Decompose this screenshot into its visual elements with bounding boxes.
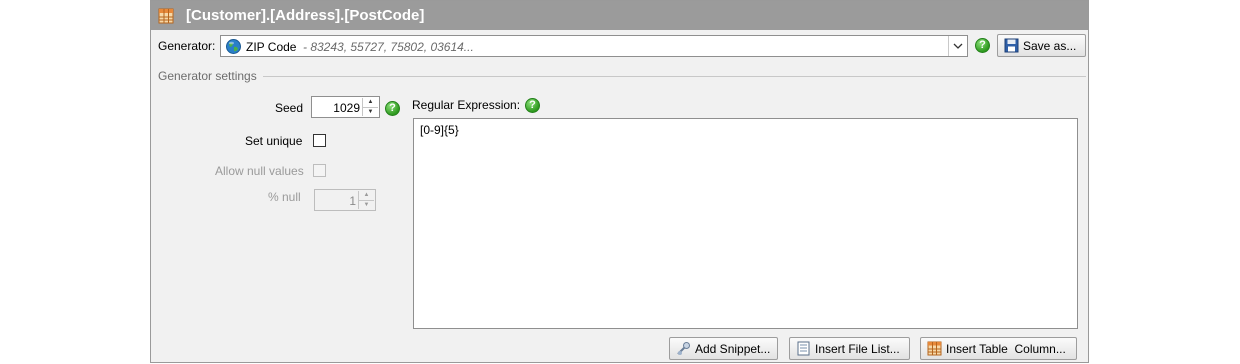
pct-null-spinner-arrows[interactable]: ▲ ▼ [358,191,374,209]
seed-value: 1029 [333,101,360,115]
globe-icon [226,39,241,54]
title-bar: [Customer].[Address].[PostCode] [151,1,1088,30]
allow-null-checkbox[interactable] [313,164,326,177]
seed-label: Seed [275,101,304,115]
pct-null-spinner[interactable]: 1 ▲ ▼ [314,189,376,211]
add-snippet-button[interactable]: Add Snippet... [669,337,778,360]
insert-table-column-label: Insert Table Column... [946,341,1066,356]
seed-spinner[interactable]: 1029 ▲ ▼ [311,96,380,118]
spin-up-icon[interactable]: ▲ [359,191,374,200]
save-as-label: Save as... [1023,38,1077,53]
add-snippet-label: Add Snippet... [695,341,771,356]
allow-null-label: Allow null values [215,164,304,178]
regex-value: [0-9]{5} [420,123,459,137]
table-grid-icon [158,8,174,24]
set-unique-label: Set unique [245,134,303,148]
generator-row: Generator: ZIP Code - 83243, 55727, 7580… [151,34,1088,58]
page-title: [Customer].[Address].[PostCode] [186,7,425,24]
help-icon[interactable]: ? [525,98,540,113]
set-unique-checkbox[interactable] [313,134,326,147]
section-label: Generator settings [158,69,257,83]
table-column-icon [927,341,942,356]
generator-select[interactable]: ZIP Code - 83243, 55727, 75802, 03614... [220,35,968,57]
insert-table-column-button[interactable]: Insert Table Column... [920,337,1077,360]
regex-textarea[interactable]: [0-9]{5} [413,118,1078,329]
generator-sample-values: - 83243, 55727, 75802, 03614... [303,40,474,54]
generator-label: Generator: [158,39,216,53]
insert-file-list-label: Insert File List... [815,341,900,356]
help-icon[interactable]: ? [975,38,990,53]
floppy-disk-icon [1004,38,1019,53]
regex-label: Regular Expression: [412,98,521,112]
pct-null-label: % null [268,190,301,204]
generator-panel: [Customer].[Address].[PostCode] Generato… [150,0,1089,363]
spin-down-icon[interactable]: ▼ [359,199,374,210]
spin-up-icon[interactable]: ▲ [363,98,378,107]
dropdown-button[interactable] [948,36,967,56]
seed-spinner-arrows[interactable]: ▲ ▼ [362,98,378,116]
spin-down-icon[interactable]: ▼ [363,106,378,117]
pct-null-value: 1 [349,194,356,208]
snippet-icon [676,341,691,356]
section-divider [263,76,1086,77]
insert-file-list-button[interactable]: Insert File List... [789,337,910,360]
chevron-down-icon [953,43,963,49]
file-list-icon [796,341,811,356]
save-as-button[interactable]: Save as... [997,34,1086,57]
help-icon[interactable]: ? [385,101,400,116]
generator-name: ZIP Code [246,40,297,54]
